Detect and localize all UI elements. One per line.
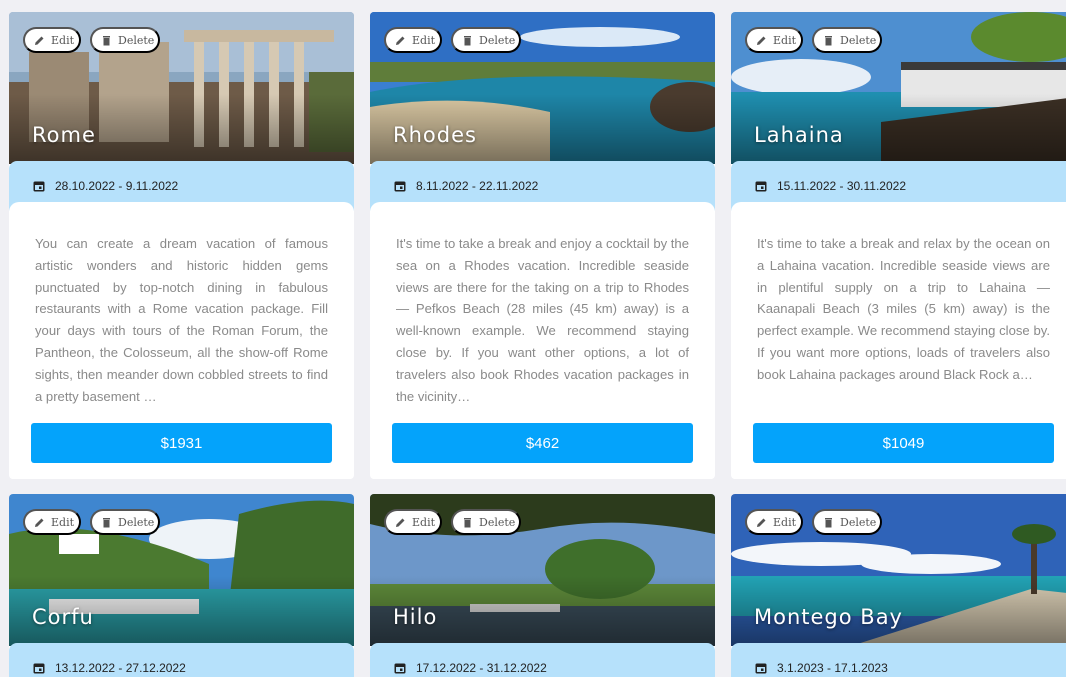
calendar-icon — [394, 180, 406, 192]
trip-dates: 3.1.2023 - 17.1.2023 — [755, 661, 888, 675]
delete-button[interactable]: Delete — [451, 27, 521, 53]
vacation-card: Rome Edit Delete 28.10.2022 - 9.11.2022 … — [9, 12, 354, 479]
city-name: Hilo — [393, 605, 438, 629]
delete-label: Delete — [118, 515, 155, 529]
trip-dates: 17.12.2022 - 31.12.2022 — [394, 661, 547, 675]
trash-icon — [823, 517, 834, 528]
pencil-icon — [395, 35, 406, 46]
card-description: It's time to take a break and enjoy a co… — [396, 236, 689, 404]
calendar-icon — [755, 180, 767, 192]
delete-label: Delete — [118, 33, 155, 47]
city-name: Rome — [32, 123, 96, 147]
vacation-card: Montego Bay Edit Delete 3.1.2023 - 17.1.… — [731, 494, 1066, 677]
delete-label: Delete — [479, 515, 516, 529]
delete-button[interactable]: Delete — [451, 509, 521, 535]
trip-dates-text: 15.11.2022 - 30.11.2022 — [777, 179, 906, 193]
trash-icon — [462, 35, 473, 46]
pencil-icon — [756, 517, 767, 528]
trip-dates-text: 3.1.2023 - 17.1.2023 — [777, 661, 888, 675]
calendar-icon — [33, 662, 45, 674]
vacation-card: Rhodes Edit Delete 8.11.2022 - 22.11.202… — [370, 12, 715, 479]
delete-label: Delete — [840, 33, 877, 47]
pencil-icon — [34, 35, 45, 46]
trip-dates: 13.12.2022 - 27.12.2022 — [33, 661, 186, 675]
edit-button[interactable]: Edit — [384, 27, 442, 53]
delete-button[interactable]: Delete — [812, 509, 882, 535]
calendar-icon — [33, 180, 45, 192]
edit-button[interactable]: Edit — [384, 509, 442, 535]
vacation-card: Corfu Edit Delete 13.12.2022 - 27.12.202… — [9, 494, 354, 677]
trash-icon — [462, 517, 473, 528]
card-description: You can create a dream vacation of famou… — [35, 236, 328, 404]
delete-button[interactable]: Delete — [812, 27, 882, 53]
edit-button[interactable]: Edit — [23, 27, 81, 53]
edit-label: Edit — [412, 33, 436, 47]
city-name: Montego Bay — [754, 605, 903, 629]
vacation-card: Lahaina Edit Delete 15.11.2022 - 30.11.2… — [731, 12, 1066, 479]
city-name: Corfu — [32, 605, 94, 629]
price-button[interactable]: $1049 — [753, 423, 1054, 463]
card-description: It's time to take a break and relax by t… — [757, 236, 1050, 382]
trip-dates-text: 8.11.2022 - 22.11.2022 — [416, 179, 539, 193]
trash-icon — [823, 35, 834, 46]
trip-dates-text: 28.10.2022 - 9.11.2022 — [55, 179, 179, 193]
trip-dates-text: 17.12.2022 - 31.12.2022 — [416, 661, 547, 675]
pencil-icon — [395, 517, 406, 528]
trash-icon — [101, 35, 112, 46]
price-button[interactable]: $1931 — [31, 423, 332, 463]
pencil-icon — [756, 35, 767, 46]
city-name: Lahaina — [754, 123, 844, 147]
delete-label: Delete — [479, 33, 516, 47]
city-name: Rhodes — [393, 123, 477, 147]
edit-button[interactable]: Edit — [745, 509, 803, 535]
pencil-icon — [34, 517, 45, 528]
delete-label: Delete — [840, 515, 877, 529]
price-button[interactable]: $462 — [392, 423, 693, 463]
delete-button[interactable]: Delete — [90, 27, 160, 53]
edit-label: Edit — [773, 515, 797, 529]
trip-dates-text: 13.12.2022 - 27.12.2022 — [55, 661, 186, 675]
trash-icon — [101, 517, 112, 528]
delete-button[interactable]: Delete — [90, 509, 160, 535]
edit-label: Edit — [51, 33, 75, 47]
trip-dates: 8.11.2022 - 22.11.2022 — [394, 179, 538, 193]
edit-label: Edit — [51, 515, 75, 529]
edit-button[interactable]: Edit — [23, 509, 81, 535]
trip-dates: 15.11.2022 - 30.11.2022 — [755, 179, 906, 193]
vacation-card: Hilo Edit Delete 17.12.2022 - 31.12.2022 — [370, 494, 715, 677]
edit-button[interactable]: Edit — [745, 27, 803, 53]
trip-dates: 28.10.2022 - 9.11.2022 — [33, 179, 178, 193]
edit-label: Edit — [412, 515, 436, 529]
calendar-icon — [394, 662, 406, 674]
edit-label: Edit — [773, 33, 797, 47]
calendar-icon — [755, 662, 767, 674]
